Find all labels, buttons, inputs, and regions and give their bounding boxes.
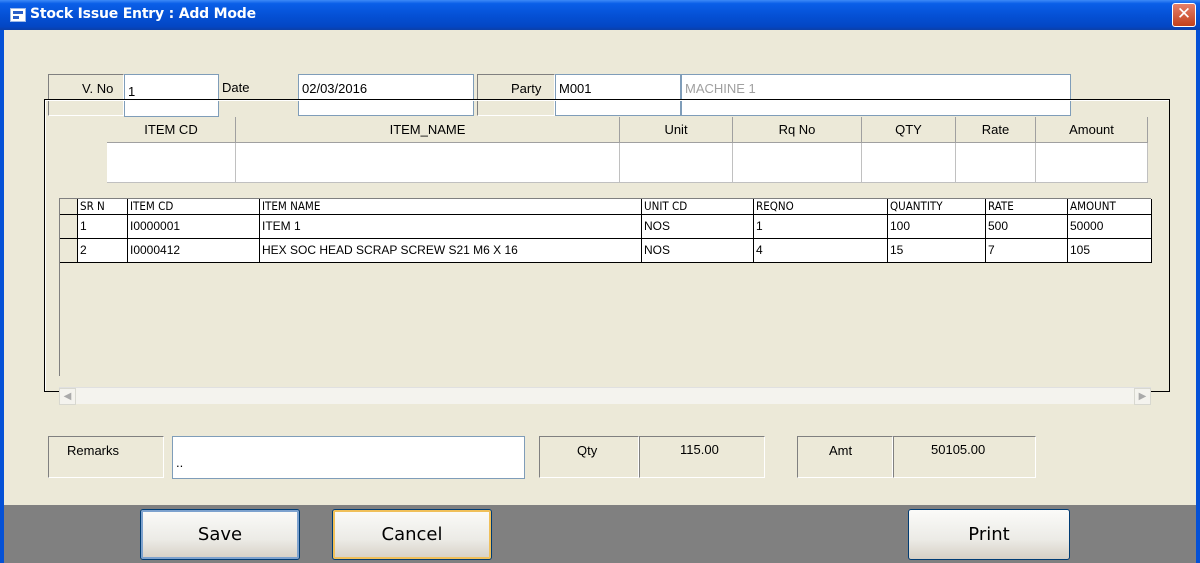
table-row-2-sr[interactable]: 2 (78, 239, 128, 263)
entry-qty-input[interactable] (862, 143, 956, 183)
remarks-label-box: Remarks (48, 436, 164, 478)
table-row-1-unit-cd[interactable]: NOS (642, 215, 754, 239)
grid-header-amount[interactable]: AMOUNT (1068, 199, 1152, 215)
qty-total-value: 115.00 (680, 442, 719, 457)
grid-header-sr[interactable]: SR N (78, 199, 128, 215)
grid-corner (60, 199, 78, 215)
entry-unit-input[interactable] (620, 143, 733, 183)
entry-col-rate: Rate (956, 117, 1036, 143)
entry-col-unit: Unit (620, 117, 733, 143)
table-row-1-item-cd[interactable]: I0000001 (128, 215, 260, 239)
table-row-1-item-name[interactable]: ITEM 1 (260, 215, 642, 239)
table-row-1-sr[interactable]: 1 (78, 215, 128, 239)
table-row-2-reqno[interactable]: 4 (754, 239, 888, 263)
grid-header-rate[interactable]: RATE (986, 199, 1068, 215)
amt-total-box: 50105.00 (893, 436, 1036, 478)
grid-header-unit-cd[interactable]: UNIT CD (642, 199, 754, 215)
row-selector[interactable] (60, 215, 78, 239)
entry-rate-input[interactable] (956, 143, 1036, 183)
grid-header-quantity[interactable]: QUANTITY (888, 199, 986, 215)
title-bar: Stock Issue Entry : Add Mode ✕ (0, 0, 1200, 30)
print-button[interactable]: Print (908, 509, 1070, 560)
entry-col-item-name: ITEM_NAME (236, 117, 620, 143)
table-row-1-amount[interactable]: 50000 (1068, 215, 1152, 239)
horizontal-scrollbar[interactable]: ◀ ▶ (59, 387, 1151, 405)
save-button[interactable]: Save (140, 509, 300, 560)
grid-header-reqno[interactable]: REQNO (754, 199, 888, 215)
amt-label-box: Amt (797, 436, 893, 478)
entry-item-name-input[interactable] (236, 143, 620, 183)
table-row-2-amount[interactable]: 105 (1068, 239, 1152, 263)
scroll-right-icon[interactable]: ▶ (1134, 388, 1151, 405)
entry-col-amount: Amount (1036, 117, 1148, 143)
entry-amount-input[interactable] (1036, 143, 1148, 183)
entry-col-rqno: Rq No (733, 117, 862, 143)
party-label: Party (511, 81, 542, 96)
app-icon (10, 8, 26, 22)
remarks-label: Remarks (67, 443, 120, 458)
entry-item-cd-input[interactable] (107, 143, 236, 183)
qty-label-box: Qty (539, 436, 639, 478)
window-title: Stock Issue Entry : Add Mode (30, 6, 256, 22)
table-row-2-item-name[interactable]: HEX SOC HEAD SCRAP SCREW S21 M6 X 16 (260, 239, 642, 263)
row-selector[interactable] (60, 239, 78, 263)
entry-col-qty: QTY (862, 117, 956, 143)
grid-header-item-cd[interactable]: ITEM CD (128, 199, 260, 215)
qty-total-box: 115.00 (639, 436, 765, 478)
table-row-2-rate[interactable]: 7 (986, 239, 1068, 263)
entry-rqno-input[interactable] (733, 143, 862, 183)
grid-header-item-name[interactable]: ITEM NAME (260, 199, 642, 215)
entry-col-item-cd: ITEM CD (107, 117, 236, 143)
table-row-2-quantity[interactable]: 15 (888, 239, 986, 263)
remarks-field[interactable]: .. (172, 436, 525, 479)
cancel-button[interactable]: Cancel (332, 509, 492, 560)
close-button[interactable]: ✕ (1172, 3, 1196, 27)
amt-total-value: 50105.00 (931, 442, 986, 457)
table-row-1-reqno[interactable]: 1 (754, 215, 888, 239)
table-row-1-quantity[interactable]: 100 (888, 215, 986, 239)
table-row-1-rate[interactable]: 500 (986, 215, 1068, 239)
table-row-2-item-cd[interactable]: I0000412 (128, 239, 260, 263)
qty-label: Qty (577, 443, 598, 458)
vno-label: V. No (82, 81, 114, 96)
scroll-left-icon[interactable]: ◀ (59, 388, 76, 405)
table-row-2-unit-cd[interactable]: NOS (642, 239, 754, 263)
items-grid: SR N ITEM CD ITEM NAME UNIT CD REQNO QUA… (59, 198, 1152, 376)
amt-label: Amt (829, 443, 853, 458)
date-label: Date (222, 80, 250, 95)
